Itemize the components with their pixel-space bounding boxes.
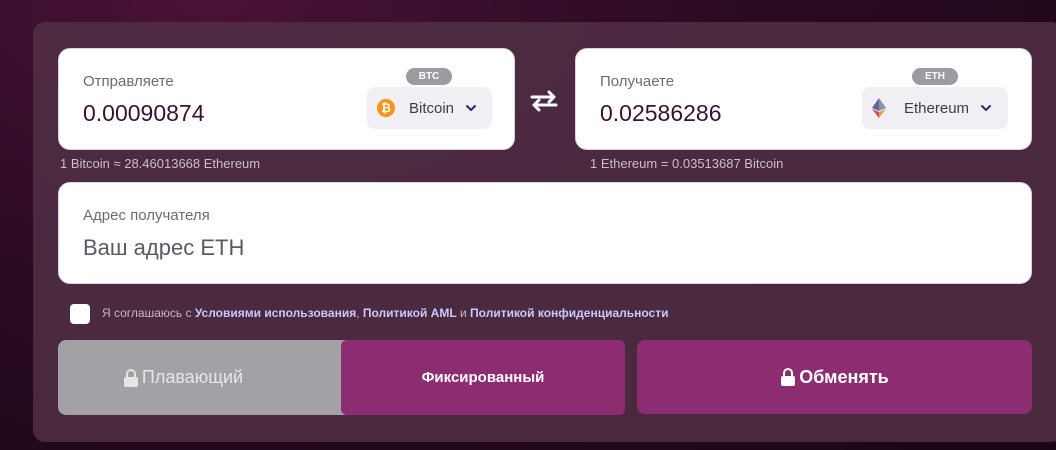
receive-amount-input[interactable]: 0.02586286 xyxy=(600,100,722,127)
receive-card: Получаете 0.02586286 ETH Ethereum xyxy=(575,48,1032,150)
receive-coin-select[interactable]: Ethereum xyxy=(862,87,1008,129)
exchange-button[interactable]: Обменять xyxy=(637,340,1032,414)
fixed-rate-label: Фиксированный xyxy=(421,369,545,386)
exchange-button-label: Обменять xyxy=(799,366,889,387)
aml-policy-link[interactable]: Политикой AML xyxy=(363,306,457,320)
agreement-text: Я соглашаюсь с Условиями использования, … xyxy=(102,306,669,320)
bitcoin-icon: ₿ xyxy=(377,99,395,117)
swap-arrows-icon[interactable] xyxy=(528,88,560,114)
receive-label: Получаете xyxy=(600,73,675,90)
send-amount-input[interactable]: 0.00090874 xyxy=(83,100,205,127)
address-input[interactable]: Ваш адрес ETH xyxy=(83,235,244,261)
send-ticker-badge: BTC xyxy=(406,68,452,85)
privacy-policy-link[interactable]: Политикой конфиденциальности xyxy=(470,306,668,320)
address-card: Адрес получателя Ваш адрес ETH xyxy=(58,182,1032,284)
receive-coin-name: Ethereum xyxy=(904,99,970,117)
lock-icon xyxy=(123,368,138,387)
lock-icon xyxy=(781,368,796,386)
ethereum-icon xyxy=(872,98,886,118)
fixed-rate-button[interactable]: Фиксированный xyxy=(341,340,625,415)
chevron-down-icon xyxy=(466,105,477,111)
floating-rate-button[interactable]: Плавающий xyxy=(58,340,378,415)
receive-ticker-badge: ETH xyxy=(912,68,958,85)
terms-link[interactable]: Условиями использования xyxy=(195,306,356,320)
receive-rate: 1 Ethereum = 0.03513687 Bitcoin xyxy=(590,156,784,171)
floating-rate-label: Плавающий xyxy=(141,367,244,387)
send-label: Отправляете xyxy=(83,73,174,90)
send-rate: 1 Bitcoin ≈ 28.46013668 Ethereum xyxy=(60,156,261,171)
agree-checkbox[interactable] xyxy=(70,304,90,324)
svg-text:₿: ₿ xyxy=(381,101,391,115)
send-coin-name: Bitcoin xyxy=(409,99,455,117)
send-card: Отправляете 0.00090874 BTC ₿ Bitcoin xyxy=(58,48,515,150)
chevron-down-icon xyxy=(981,105,992,111)
send-coin-select[interactable]: ₿ Bitcoin xyxy=(367,87,492,129)
exchange-panel: Отправляете 0.00090874 BTC ₿ Bitcoin 1 B… xyxy=(33,22,1056,442)
address-label: Адрес получателя xyxy=(83,207,210,224)
